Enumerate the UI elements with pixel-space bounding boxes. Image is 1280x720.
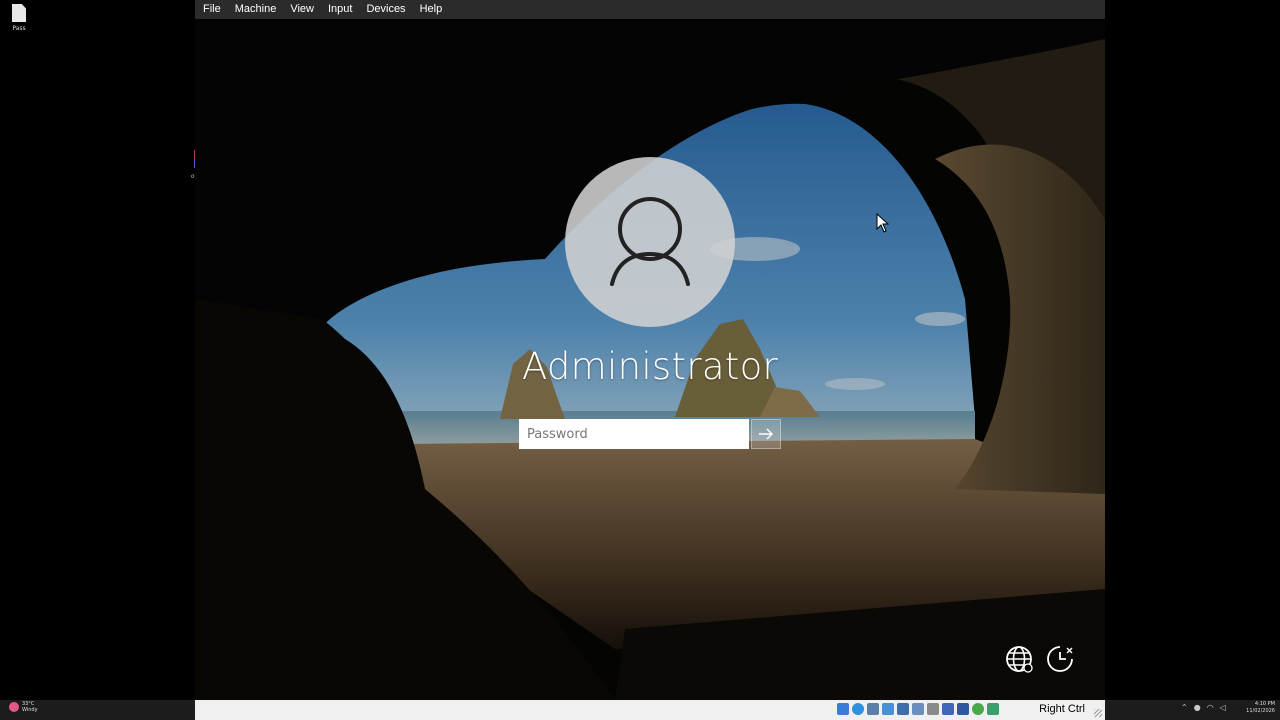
chevron-up-icon[interactable]: ⌃ — [1181, 703, 1188, 712]
display-icon[interactable] — [927, 703, 939, 715]
mouse-integration-icon[interactable] — [972, 703, 984, 715]
keyboard-icon[interactable] — [987, 703, 999, 715]
wifi-icon[interactable]: ◠ — [1207, 703, 1214, 712]
login-username: Administrator — [521, 345, 779, 388]
accessibility-button[interactable] — [1043, 642, 1077, 676]
system-tray: ⌃ ● ◠ ◁ — [1181, 703, 1226, 712]
password-input[interactable] — [519, 419, 749, 449]
network-icon[interactable] — [882, 703, 894, 715]
shared-folder-icon[interactable] — [912, 703, 924, 715]
menu-input[interactable]: Input — [320, 0, 358, 19]
clock-date: 11/02/2026 — [1246, 708, 1275, 714]
guest-login-screen[interactable]: Administrator — [195, 19, 1105, 700]
cpu-icon[interactable] — [957, 703, 969, 715]
user-silhouette-icon — [610, 197, 690, 286]
menu-help[interactable]: Help — [412, 0, 449, 19]
menu-file[interactable]: File — [195, 0, 227, 19]
menu-devices[interactable]: Devices — [358, 0, 411, 19]
network-button[interactable] — [1002, 642, 1036, 676]
desktop-file-label: Pass — [12, 25, 26, 32]
audio-icon[interactable] — [867, 703, 879, 715]
host-taskbar-left: 33°C Windy — [0, 700, 195, 720]
system-clock[interactable]: 4:10 PM 11/02/2026 — [1246, 701, 1275, 715]
clock-time: 4:10 PM — [1254, 701, 1275, 707]
vm-window: File Machine View Input Devices Help Adm… — [195, 0, 1105, 720]
menu-machine[interactable]: Machine — [227, 0, 283, 19]
volume-icon[interactable]: ◁ — [1220, 703, 1226, 712]
menu-view[interactable]: View — [282, 0, 320, 19]
user-avatar — [565, 157, 735, 327]
screen-capture-icon[interactable] — [942, 703, 954, 715]
optical-drive-icon[interactable] — [852, 703, 864, 715]
usb-icon[interactable] — [897, 703, 909, 715]
vm-menubar: File Machine View Input Devices Help — [195, 0, 1105, 19]
host-taskbar-right: ⌃ ● ◠ ◁ 4:10 PM 11/02/2026 — [1105, 700, 1280, 720]
desktop-file-icon[interactable]: Pass — [6, 4, 32, 32]
file-icon — [12, 4, 26, 22]
weather-condition: Windy — [22, 707, 38, 713]
status-device-icons — [837, 703, 999, 715]
ease-of-access-icon — [1047, 646, 1073, 672]
host-key-label: Right Ctrl — [1039, 703, 1085, 715]
weather-icon — [9, 702, 19, 712]
resize-grip[interactable] — [1094, 709, 1102, 717]
password-row — [519, 419, 781, 449]
mouse-cursor-icon — [876, 213, 890, 233]
hard-disk-icon[interactable] — [837, 703, 849, 715]
mic-icon[interactable]: ● — [1194, 703, 1201, 712]
vm-status-bar: Right Ctrl — [195, 700, 1105, 720]
arrow-right-icon — [759, 428, 773, 440]
globe-icon — [1006, 646, 1033, 673]
submit-button[interactable] — [751, 419, 781, 449]
weather-widget[interactable]: 33°C Windy — [9, 701, 38, 713]
